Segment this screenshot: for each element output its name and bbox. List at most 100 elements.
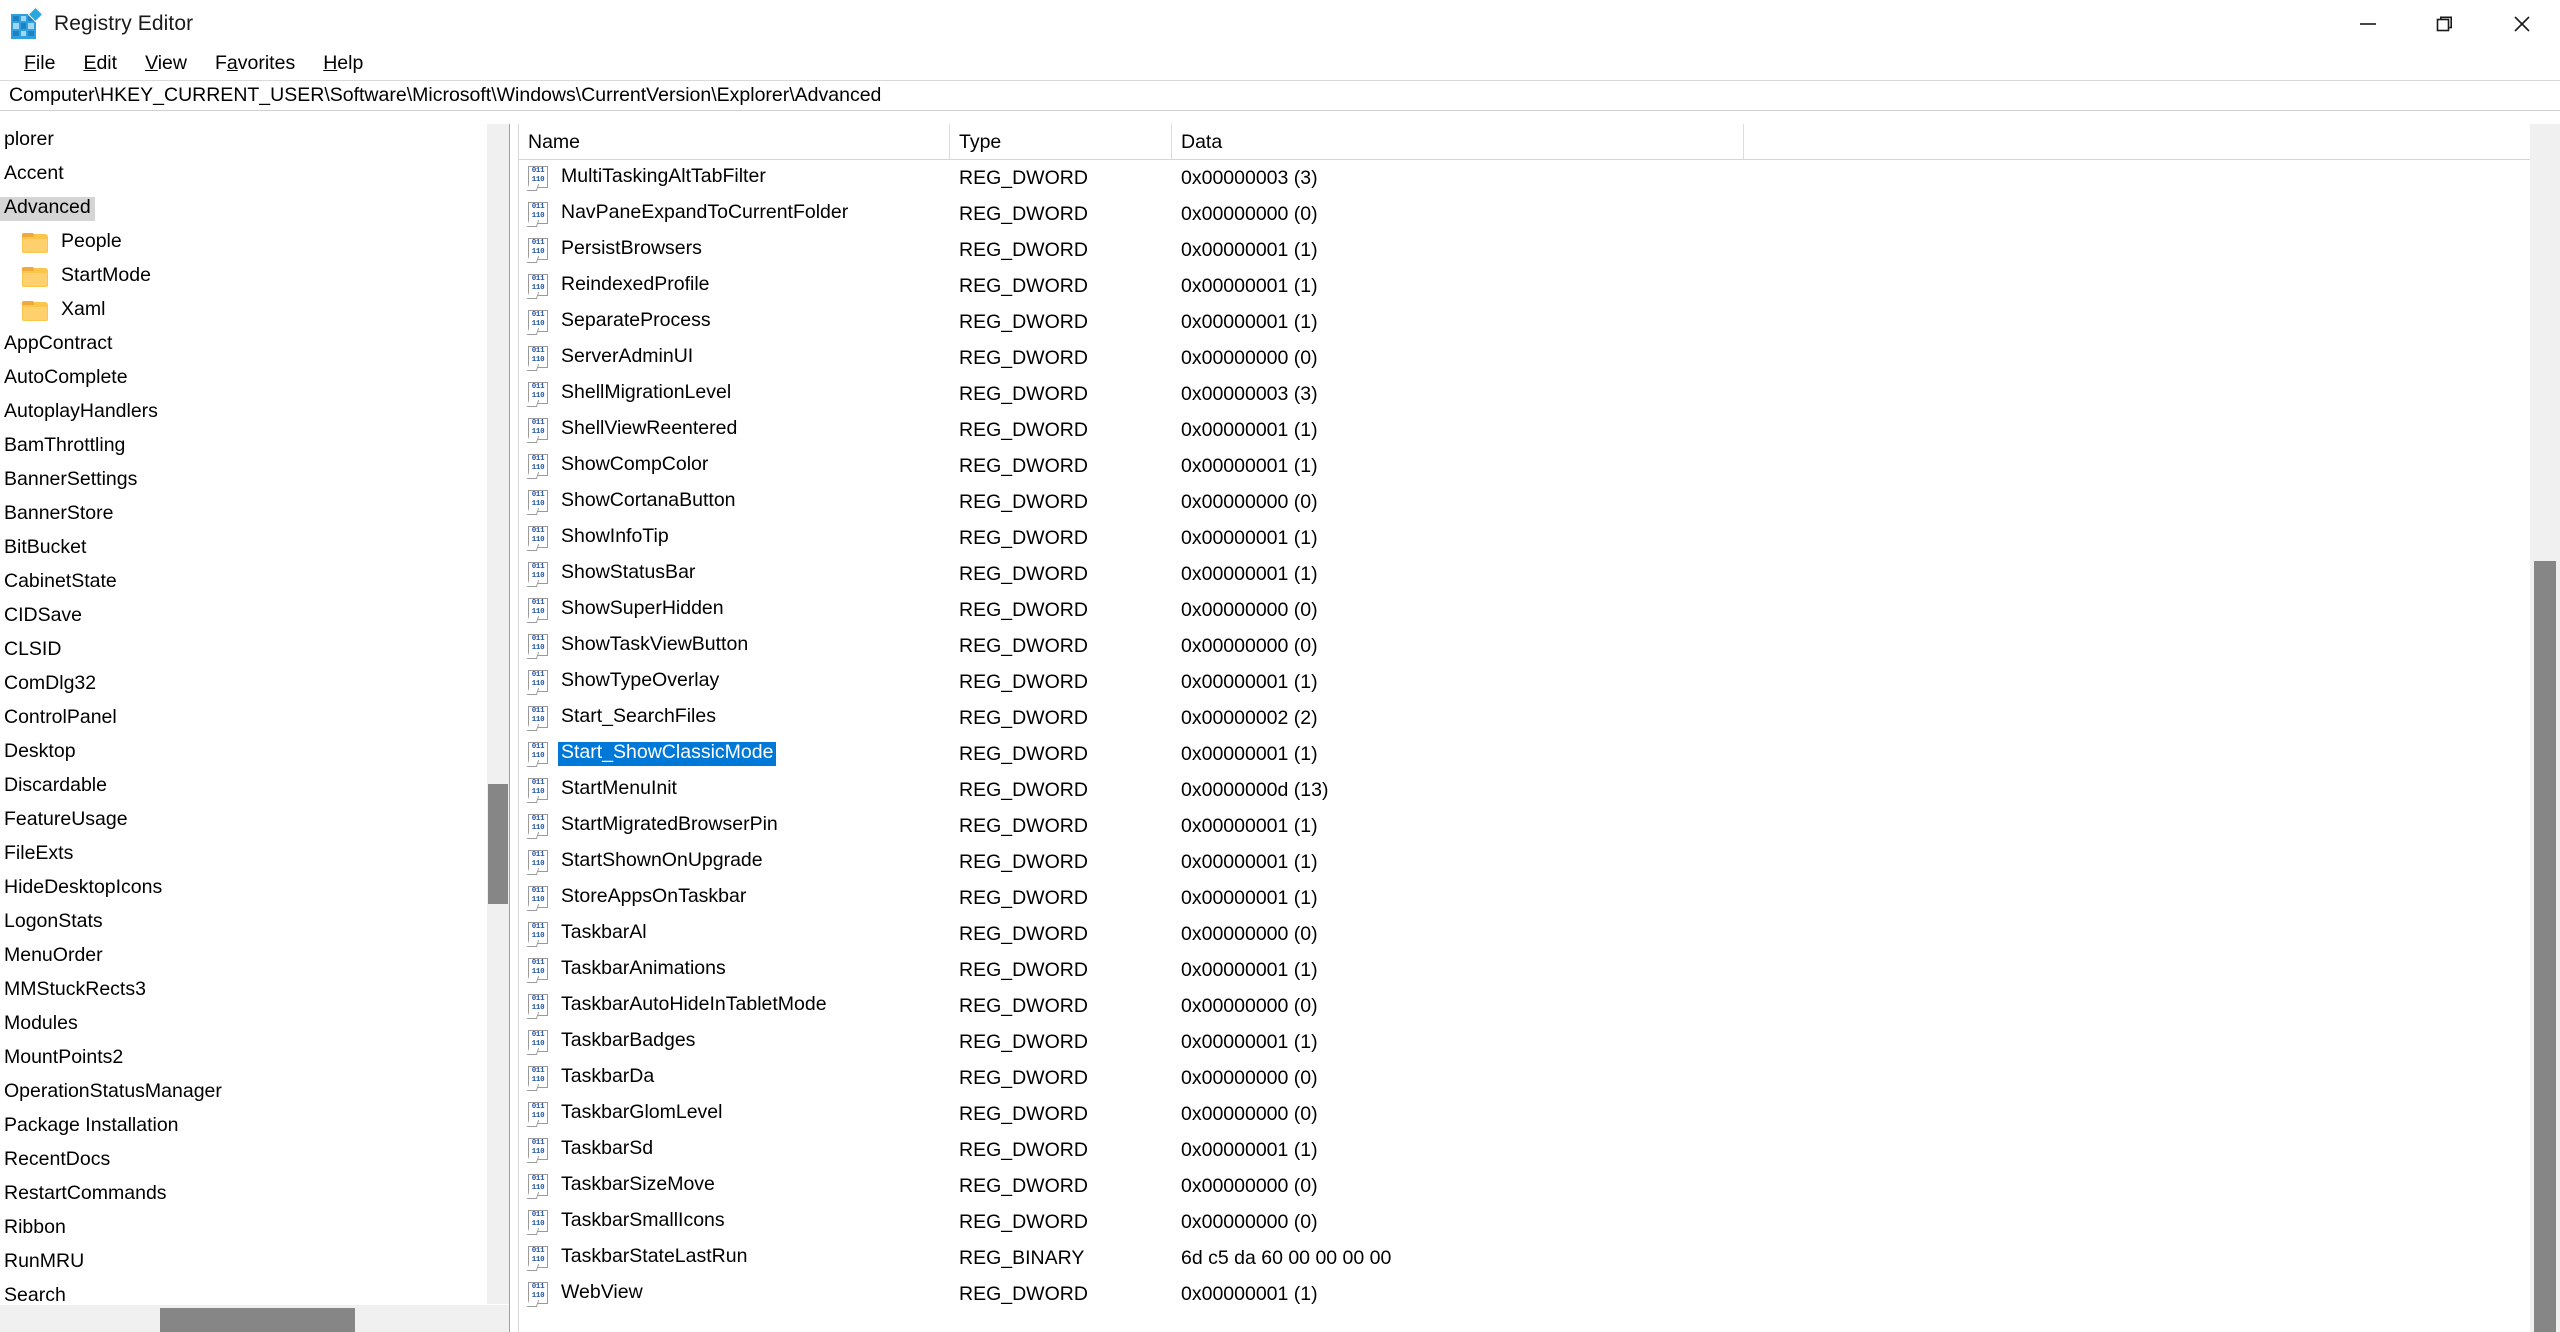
value-row[interactable]: 011 110 TaskbarSizeMove REG_DWORD 0x00000000… bbox=[519, 1168, 2560, 1204]
value-row[interactable]: 011 110 MultiTaskingAltTabFilter REG_DWORD 0… bbox=[519, 160, 2560, 196]
value-row[interactable]: 011 110 ShowStatusBar REG_DWORD 0x00000001 (… bbox=[519, 556, 2560, 592]
tree-item[interactable]: RunMRU bbox=[0, 1246, 509, 1280]
tree-item[interactable]: OperationStatusManager bbox=[0, 1076, 509, 1110]
close-button[interactable] bbox=[2483, 0, 2560, 47]
value-name-cell: 011 110 Start_SearchFiles bbox=[519, 706, 950, 731]
value-row[interactable]: 011 110 TaskbarAutoHideInTabletMode REG_DWO… bbox=[519, 988, 2560, 1024]
tree-item[interactable]: Package Installation bbox=[0, 1110, 509, 1144]
value-data: 0x0000000d (13) bbox=[1181, 778, 1329, 801]
reg-value-icon: 011 110 bbox=[526, 886, 550, 911]
tree-item[interactable]: AutoplayHandlers bbox=[0, 396, 509, 430]
values-vertical-scrollbar-thumb[interactable] bbox=[2534, 561, 2556, 1332]
column-header-data[interactable]: Data bbox=[1172, 124, 1744, 160]
restore-button[interactable] bbox=[2406, 0, 2483, 47]
value-row[interactable]: 011 110 TaskbarAnimations REG_DWORD 0x000000… bbox=[519, 952, 2560, 988]
tree-item[interactable]: AutoComplete bbox=[0, 362, 509, 396]
value-row[interactable]: 011 110 StartShownOnUpgrade REG_DWORD 0x0000… bbox=[519, 844, 2560, 880]
value-row[interactable]: 011 110 ServerAdminUI REG_DWORD 0x00000000 (… bbox=[519, 340, 2560, 376]
value-row[interactable]: 011 110 ShowCompColor REG_DWORD 0x00000001 (… bbox=[519, 448, 2560, 484]
value-row[interactable]: 011 110 ShellMigrationLevel REG_DWORD 0x0000… bbox=[519, 376, 2560, 412]
value-name: ShowTypeOverlay bbox=[561, 669, 720, 692]
menu-item-view[interactable]: View bbox=[131, 49, 201, 78]
tree-item[interactable]: MMStuckRects3 bbox=[0, 974, 509, 1008]
value-type: REG_DWORD bbox=[959, 670, 1088, 693]
value-row[interactable]: 011 110 NavPaneExpandToCurrentFolder REG_DW… bbox=[519, 196, 2560, 232]
tree-item[interactable]: AppContract bbox=[0, 328, 509, 362]
tree-item[interactable]: Discardable bbox=[0, 770, 509, 804]
value-row[interactable]: 011 110 TaskbarAl REG_DWORD 0x00000000 (0) bbox=[519, 916, 2560, 952]
tree-vertical-scrollbar-thumb[interactable] bbox=[488, 784, 508, 904]
value-name: TaskbarSd bbox=[561, 1137, 654, 1160]
tree-horizontal-scrollbar-thumb[interactable] bbox=[160, 1308, 355, 1332]
minimize-button[interactable] bbox=[2329, 0, 2406, 47]
tree-item[interactable]: FileExts bbox=[0, 838, 509, 872]
tree-item[interactable]: FeatureUsage bbox=[0, 804, 509, 838]
tree-item[interactable]: Desktop bbox=[0, 736, 509, 770]
value-row[interactable]: 011 110 Start_ShowClassicMode REG_DWORD 0x00… bbox=[519, 736, 2560, 772]
value-row[interactable]: 011 110 ShowInfoTip REG_DWORD 0x00000001 (1) bbox=[519, 520, 2560, 556]
column-header-type[interactable]: Type bbox=[950, 124, 1172, 160]
value-data: 0x00000001 (1) bbox=[1181, 454, 1318, 477]
tree-item[interactable]: Accent bbox=[0, 158, 509, 192]
tree-item[interactable]: CIDSave bbox=[0, 600, 509, 634]
menu-item-edit[interactable]: Edit bbox=[69, 49, 131, 78]
value-data: 0x00000001 (1) bbox=[1181, 310, 1318, 333]
menu-item-favorites[interactable]: Favorites bbox=[201, 49, 309, 78]
value-data: 0x00000000 (0) bbox=[1181, 490, 1318, 513]
tree-item[interactable]: Ribbon bbox=[0, 1212, 509, 1246]
tree-horizontal-scrollbar[interactable] bbox=[0, 1304, 509, 1332]
tree-item[interactable]: ControlPanel bbox=[0, 702, 509, 736]
tree-item[interactable]: BannerStore bbox=[0, 498, 509, 532]
address-bar[interactable]: Computer\HKEY_CURRENT_USER\Software\Micr… bbox=[0, 80, 2560, 111]
value-row[interactable]: 011 110 TaskbarSd REG_DWORD 0x00000001 (1) bbox=[519, 1132, 2560, 1168]
tree-item[interactable]: HideDesktopIcons bbox=[0, 872, 509, 906]
tree-item[interactable]: Modules bbox=[0, 1008, 509, 1042]
tree-item[interactable]: LogonStats bbox=[0, 906, 509, 940]
value-data: 0x00000001 (1) bbox=[1181, 670, 1318, 693]
tree-item[interactable]: BitBucket bbox=[0, 532, 509, 566]
value-row[interactable]: 011 110 ShowSuperHidden REG_DWORD 0x00000000… bbox=[519, 592, 2560, 628]
value-row[interactable]: 011 110 ShowTaskViewButton REG_DWORD 0x00000… bbox=[519, 628, 2560, 664]
value-row[interactable]: 011 110 TaskbarStateLastRun REG_BINARY 6d c5… bbox=[519, 1240, 2560, 1276]
tree-item[interactable]: Advanced bbox=[0, 192, 509, 226]
value-row[interactable]: 011 110 StartMigratedBrowserPin REG_DWORD 0x… bbox=[519, 808, 2560, 844]
value-data: 0x00000001 (1) bbox=[1181, 238, 1318, 261]
value-row[interactable]: 011 110 ReindexedProfile REG_DWORD 0x0000000… bbox=[519, 268, 2560, 304]
tree-item[interactable]: Xaml bbox=[0, 294, 509, 328]
tree-item[interactable]: BamThrottling bbox=[0, 430, 509, 464]
value-data: 0x00000001 (1) bbox=[1181, 1282, 1318, 1305]
value-row[interactable]: 011 110 StoreAppsOnTaskbar REG_DWORD 0x00000… bbox=[519, 880, 2560, 916]
value-row[interactable]: 011 110 TaskbarGlomLevel REG_DWORD 0x0000000… bbox=[519, 1096, 2560, 1132]
menu-item-help[interactable]: Help bbox=[309, 49, 377, 78]
value-row[interactable]: 011 110 ShowTypeOverlay REG_DWORD 0x00000001… bbox=[519, 664, 2560, 700]
tree-item[interactable]: MenuOrder bbox=[0, 940, 509, 974]
values-vertical-scrollbar[interactable] bbox=[2530, 124, 2560, 1332]
tree-item[interactable]: plorer bbox=[0, 124, 509, 158]
pane-splitter[interactable] bbox=[509, 124, 519, 1332]
value-name: SeparateProcess bbox=[561, 309, 711, 332]
value-row[interactable]: 011 110 TaskbarBadges REG_DWORD 0x00000001 (… bbox=[519, 1024, 2560, 1060]
tree-item[interactable]: MountPoints2 bbox=[0, 1042, 509, 1076]
value-row[interactable]: 011 110 ShellViewReentered REG_DWORD 0x00000… bbox=[519, 412, 2560, 448]
tree-item[interactable]: RecentDocs bbox=[0, 1144, 509, 1178]
tree-item[interactable]: CLSID bbox=[0, 634, 509, 668]
menu-item-file[interactable]: File bbox=[10, 49, 69, 78]
reg-value-icon: 011 110 bbox=[526, 1102, 550, 1127]
tree-item[interactable]: ComDlg32 bbox=[0, 668, 509, 702]
value-row[interactable]: 011 110 WebView REG_DWORD 0x00000001 (1) bbox=[519, 1276, 2560, 1312]
tree-item[interactable]: RestartCommands bbox=[0, 1178, 509, 1212]
tree-vertical-scrollbar[interactable] bbox=[487, 124, 509, 1304]
value-row[interactable]: 011 110 TaskbarSmallIcons REG_DWORD 0x000000… bbox=[519, 1204, 2560, 1240]
column-header-name[interactable]: Name bbox=[519, 124, 950, 160]
value-row[interactable]: 011 110 Start_SearchFiles REG_DWORD 0x000000… bbox=[519, 700, 2560, 736]
tree-item[interactable]: People bbox=[0, 226, 509, 260]
value-row[interactable]: 011 110 PersistBrowsers REG_DWORD 0x00000001… bbox=[519, 232, 2560, 268]
tree-item[interactable]: StartMode bbox=[0, 260, 509, 294]
value-name-cell: 011 110 ShowTaskViewButton bbox=[519, 634, 950, 659]
tree-item[interactable]: BannerSettings bbox=[0, 464, 509, 498]
value-row[interactable]: 011 110 ShowCortanaButton REG_DWORD 0x000000… bbox=[519, 484, 2560, 520]
tree-item[interactable]: CabinetState bbox=[0, 566, 509, 600]
value-row[interactable]: 011 110 TaskbarDa REG_DWORD 0x00000000 (0) bbox=[519, 1060, 2560, 1096]
value-row[interactable]: 011 110 SeparateProcess REG_DWORD 0x00000001… bbox=[519, 304, 2560, 340]
value-row[interactable]: 011 110 StartMenuInit REG_DWORD 0x0000000d (… bbox=[519, 772, 2560, 808]
